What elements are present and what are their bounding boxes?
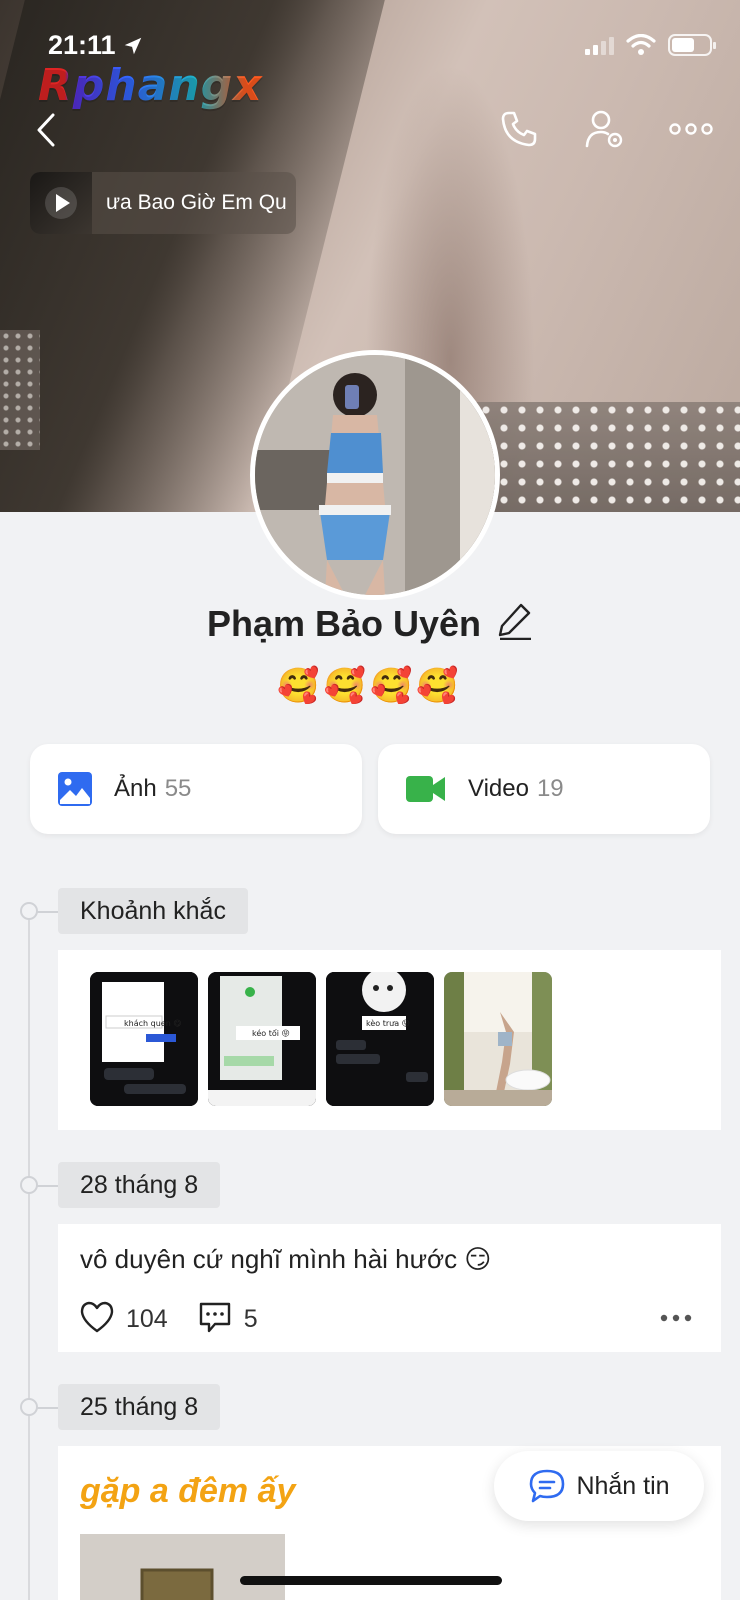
message-button-label: Nhắn tin — [576, 1471, 670, 1500]
comment-icon — [199, 1302, 230, 1333]
moment-thumb[interactable]: khách quen 😋 — [90, 972, 198, 1106]
home-indicator[interactable] — [240, 1576, 502, 1585]
status-post[interactable]: vô duyên cứ nghĩ mình hài hước 😏 104 5 — [58, 1224, 721, 1352]
image-icon — [58, 772, 92, 806]
timeline-line — [28, 910, 30, 1600]
profile-settings-button[interactable] — [582, 106, 628, 152]
like-count: 104 — [126, 1305, 168, 1333]
chat-bubble-icon — [530, 1469, 565, 1503]
comment-count: 5 — [243, 1305, 258, 1333]
moments-header: Khoảnh khắc — [58, 888, 248, 934]
moment-thumb[interactable] — [444, 972, 552, 1106]
post-date: 28 tháng 8 — [58, 1162, 221, 1208]
user-gear-icon — [585, 110, 623, 148]
location-arrow-icon — [124, 37, 141, 54]
battery-icon — [668, 34, 716, 56]
post-date: 25 tháng 8 — [58, 1384, 221, 1430]
moment-caption: kéo tối 😝 — [252, 1028, 290, 1038]
music-title: ưa Bao Giờ Em Qu — [106, 191, 287, 214]
profile-name: Phạm Bảo Uyên — [206, 602, 482, 644]
like-button[interactable] — [80, 1301, 114, 1338]
play-icon — [45, 187, 77, 219]
status-time: 21:11 — [48, 30, 144, 61]
phone-icon — [501, 111, 537, 147]
avatar-photo — [255, 355, 495, 595]
videos-count: 19 — [536, 775, 564, 802]
status-indicators — [585, 34, 716, 56]
avatar[interactable] — [250, 350, 500, 600]
pencil-icon — [498, 603, 532, 641]
comment-button[interactable] — [198, 1300, 232, 1339]
back-button[interactable] — [26, 108, 66, 152]
videos-label: Video — [468, 775, 529, 802]
edit-name-button[interactable] — [497, 602, 533, 645]
moment-caption: kèo trưa 😝 — [366, 1018, 410, 1028]
videos-card[interactable]: Video 19 — [378, 744, 710, 834]
heart-icon — [80, 1301, 114, 1333]
moment-caption: khách quen 😋 — [124, 1019, 182, 1028]
moment-thumb[interactable]: kèo trưa 😝 — [326, 972, 434, 1106]
chevron-left-icon — [37, 113, 55, 147]
moments-panel: khách quen 😋 kéo tối 😝 kèo trưa 😝 — [58, 950, 721, 1130]
wifi-icon — [626, 34, 656, 55]
more-button[interactable] — [668, 106, 714, 152]
signal-icon — [585, 35, 614, 55]
photos-count: 55 — [164, 775, 192, 802]
post-more-button[interactable] — [659, 1310, 693, 1328]
call-button[interactable] — [496, 106, 542, 152]
profile-music-player[interactable]: ưa Bao Giờ Em Qu — [30, 172, 296, 234]
post-text: gặp a đêm ấy — [80, 1472, 296, 1510]
moment-thumb[interactable]: kéo tối 😝 — [208, 972, 316, 1106]
music-cover — [30, 172, 92, 234]
photos-card[interactable]: Ảnh 55 — [30, 744, 362, 834]
more-horizontal-icon — [669, 123, 713, 135]
post-text: vô duyên cứ nghĩ mình hài hước 😏 — [80, 1244, 492, 1274]
post-photo[interactable] — [80, 1534, 285, 1600]
watermark-logo: Rphangx — [38, 60, 263, 111]
profile-bio: 🥰🥰🥰🥰 — [277, 667, 463, 705]
message-button[interactable]: Nhắn tin — [494, 1451, 704, 1521]
photos-label: Ảnh — [114, 775, 157, 802]
more-horizontal-icon — [660, 1314, 692, 1322]
video-camera-icon — [406, 776, 445, 802]
